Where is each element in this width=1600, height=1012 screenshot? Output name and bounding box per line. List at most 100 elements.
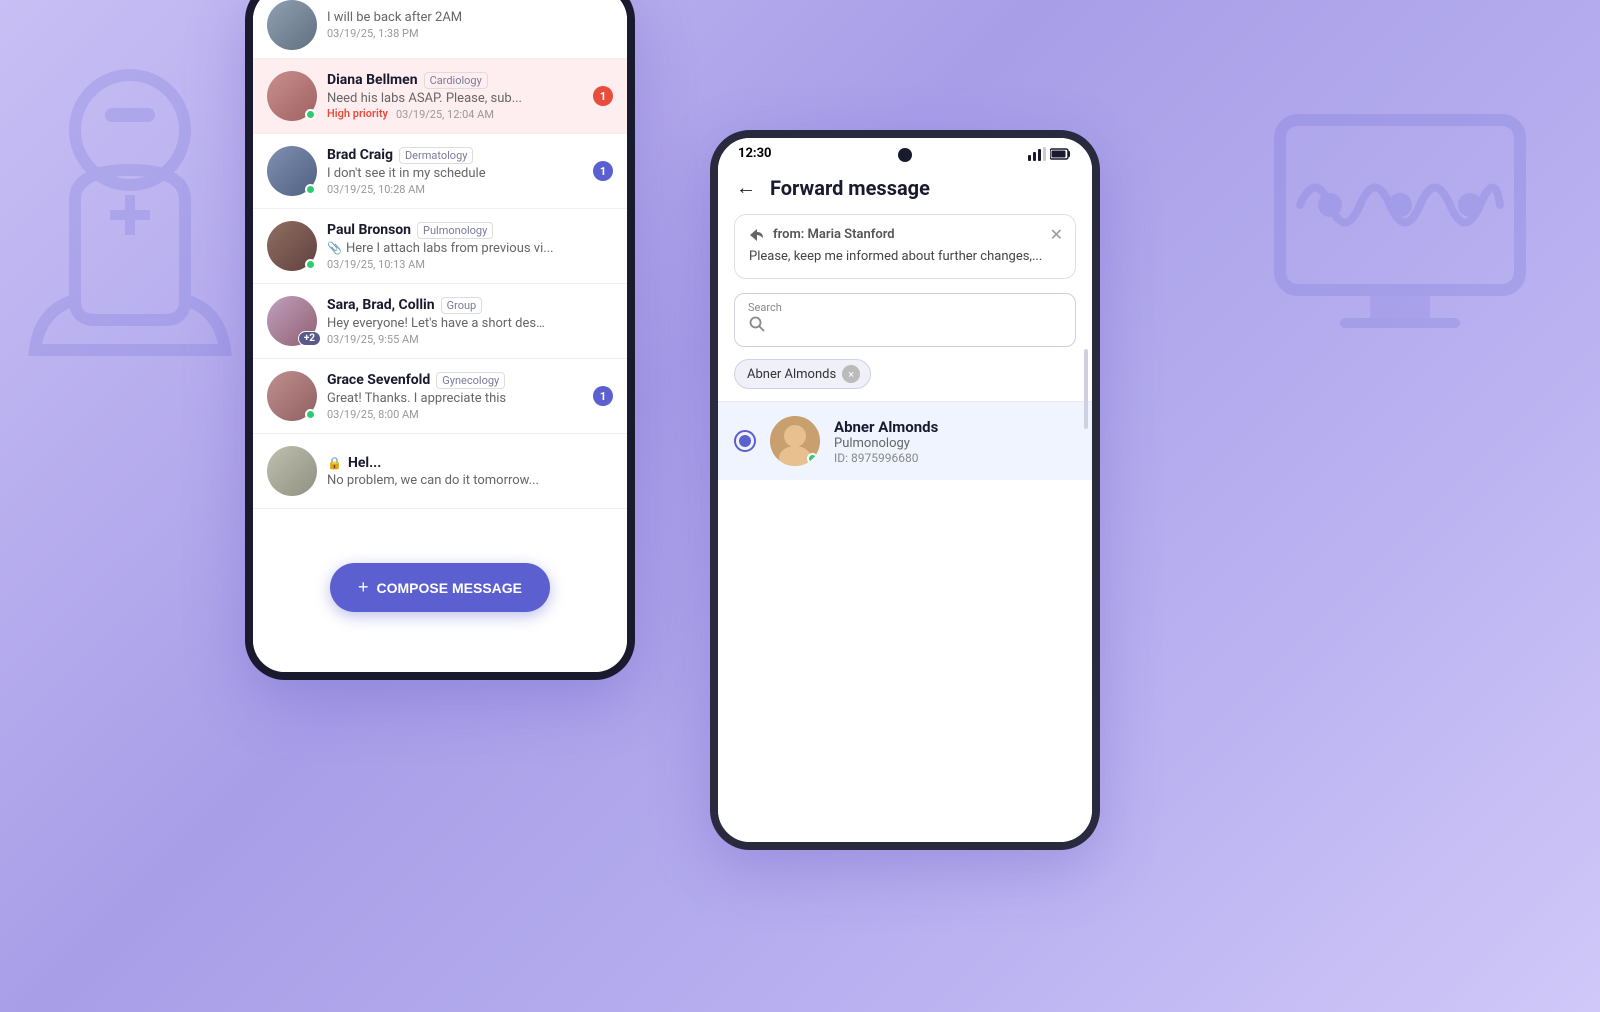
avatar-wrap — [267, 446, 317, 496]
message-header: Sara, Brad, Collin Group — [327, 297, 613, 314]
unread-badge: 1 — [593, 86, 613, 106]
message-content: Paul Bronson Pulmonology 📎 Here I attach… — [327, 222, 613, 271]
list-item[interactable]: Brad Craig Dermatology I don't see it in… — [253, 134, 627, 209]
search-box: Search — [734, 293, 1076, 347]
message-content: I will be back after 2AM 03/19/25, 1:38 … — [327, 10, 613, 40]
avatar — [267, 446, 317, 496]
online-indicator — [305, 409, 316, 420]
lock-icon: 🔒 — [327, 456, 342, 470]
phone-2: 12:30 ← Forward mess — [710, 130, 1100, 850]
priority-label: High priority — [327, 107, 388, 120]
contact-name: Sara, Brad, Collin — [327, 297, 435, 313]
avatar-wrap — [267, 0, 317, 50]
message-content: Sara, Brad, Collin Group Hey everyone! L… — [327, 297, 613, 346]
compose-message-button[interactable]: + COMPOSE MESSAGE — [330, 563, 550, 612]
avatar-wrap — [267, 371, 317, 421]
avatar-wrap — [267, 221, 317, 271]
message-preview: I will be back after 2AM — [327, 10, 547, 25]
department-badge: Gynecology — [436, 372, 505, 389]
list-item[interactable]: I will be back after 2AM 03/19/25, 1:38 … — [253, 0, 627, 59]
message-right: 1 — [593, 386, 613, 406]
priority-row: High priority 03/19/25, 12:04 AM — [327, 106, 583, 121]
contact-dept: Pulmonology — [834, 436, 1076, 451]
list-item[interactable]: Diana Bellmen Cardiology Need his labs A… — [253, 59, 627, 134]
group-count: +2 — [298, 331, 321, 346]
department-badge: Dermatology — [399, 147, 474, 164]
quoted-message: from: Maria Stanford Please, keep me inf… — [734, 214, 1076, 279]
contact-avatar — [770, 416, 820, 466]
message-list-screen: I will be back after 2AM 03/19/25, 1:38 … — [253, 0, 627, 672]
battery-icon — [1050, 148, 1072, 160]
contact-name: Paul Bronson — [327, 222, 411, 238]
contact-name: Brad Craig — [327, 147, 393, 163]
search-label: Search — [748, 301, 782, 314]
avatar-wrap — [267, 71, 317, 121]
contact-id: ID: 8975996680 — [834, 451, 1076, 465]
contact-info: Abner Almonds Pulmonology ID: 8975996680 — [834, 418, 1076, 465]
message-right: 1 — [593, 86, 613, 106]
status-icons — [1028, 147, 1072, 161]
tag-name: Abner Almonds — [747, 367, 836, 382]
selected-contact-tag: Abner Almonds × — [734, 359, 871, 389]
contact-name: Diana Bellmen — [327, 72, 418, 88]
message-content: Grace Sevenfold Gynecology Great! Thanks… — [327, 372, 583, 421]
online-indicator — [305, 109, 316, 120]
search-icon — [749, 316, 765, 336]
message-preview: I don't see it in my schedule — [327, 166, 547, 181]
list-item[interactable]: +2 Sara, Brad, Collin Group Hey everyone… — [253, 284, 627, 359]
message-content: Brad Craig Dermatology I don't see it in… — [327, 147, 583, 196]
avatar-wrap — [267, 146, 317, 196]
message-header: Grace Sevenfold Gynecology — [327, 372, 583, 389]
unread-badge: 1 — [593, 386, 613, 406]
monitor-background-icon — [1260, 100, 1540, 360]
status-time: 12:30 — [738, 146, 772, 161]
contact-item[interactable]: Abner Almonds Pulmonology ID: 8975996680 — [718, 401, 1092, 480]
message-time: 03/19/25, 8:00 AM — [327, 408, 583, 421]
online-indicator — [807, 453, 818, 464]
message-right: 1 — [593, 161, 613, 181]
status-bar: 12:30 — [718, 138, 1092, 165]
message-time: 03/19/25, 10:13 AM — [327, 258, 613, 271]
avatar-wrap: +2 — [267, 296, 317, 346]
message-header: Brad Craig Dermatology — [327, 147, 583, 164]
radio-selected — [739, 435, 751, 447]
quoted-text: Please, keep me informed about further c… — [749, 248, 1061, 266]
online-indicator — [305, 184, 316, 195]
back-button[interactable]: ← — [736, 175, 756, 200]
message-content: 🔒 Hel... No problem, we can do it tomorr… — [327, 455, 613, 488]
attachment-icon: 📎 — [327, 241, 342, 255]
search-input-wrap[interactable] — [734, 293, 1076, 347]
message-preview: Here I attach labs from previous vi... — [346, 241, 554, 256]
message-header: Paul Bronson Pulmonology — [327, 222, 613, 239]
message-preview: Hey everyone! Let's have a short descr..… — [327, 316, 547, 331]
message-preview: Need his labs ASAP. Please, sub... — [327, 91, 547, 106]
phone-1: I will be back after 2AM 03/19/25, 1:38 … — [245, 0, 635, 680]
message-preview: Great! Thanks. I appreciate this — [327, 391, 547, 406]
department-badge: Group — [441, 297, 483, 314]
forward-message-screen: 12:30 ← Forward mess — [718, 138, 1092, 842]
message-header: 🔒 Hel... — [327, 455, 613, 471]
online-indicator — [305, 259, 316, 270]
forward-title: Forward message — [770, 176, 930, 200]
list-item[interactable]: Grace Sevenfold Gynecology Great! Thanks… — [253, 359, 627, 434]
avatar — [267, 0, 317, 50]
radio-button[interactable] — [734, 430, 756, 452]
message-time: 03/19/25, 1:38 PM — [327, 27, 613, 40]
forward-header: ← Forward message — [718, 165, 1092, 214]
quoted-from: from: Maria Stanford — [749, 227, 1061, 242]
message-content: Diana Bellmen Cardiology Need his labs A… — [327, 72, 583, 121]
message-time: 03/19/25, 10:28 AM — [327, 183, 583, 196]
contact-name: Grace Sevenfold — [327, 372, 430, 388]
list-item[interactable]: 🔒 Hel... No problem, we can do it tomorr… — [253, 434, 627, 509]
tag-row: Abner Almonds × — [718, 359, 1092, 401]
department-badge: Pulmonology — [417, 222, 493, 239]
signal-icon — [1028, 147, 1046, 161]
forward-icon — [749, 228, 765, 242]
message-time: 03/19/25, 12:04 AM — [396, 108, 494, 121]
close-quoted-button[interactable]: ✕ — [1050, 225, 1063, 244]
plus-icon: + — [358, 577, 369, 598]
list-item[interactable]: Paul Bronson Pulmonology 📎 Here I attach… — [253, 209, 627, 284]
camera-notch — [898, 148, 912, 162]
remove-tag-button[interactable]: × — [842, 365, 860, 383]
message-preview: No problem, we can do it tomorrow... — [327, 473, 547, 488]
